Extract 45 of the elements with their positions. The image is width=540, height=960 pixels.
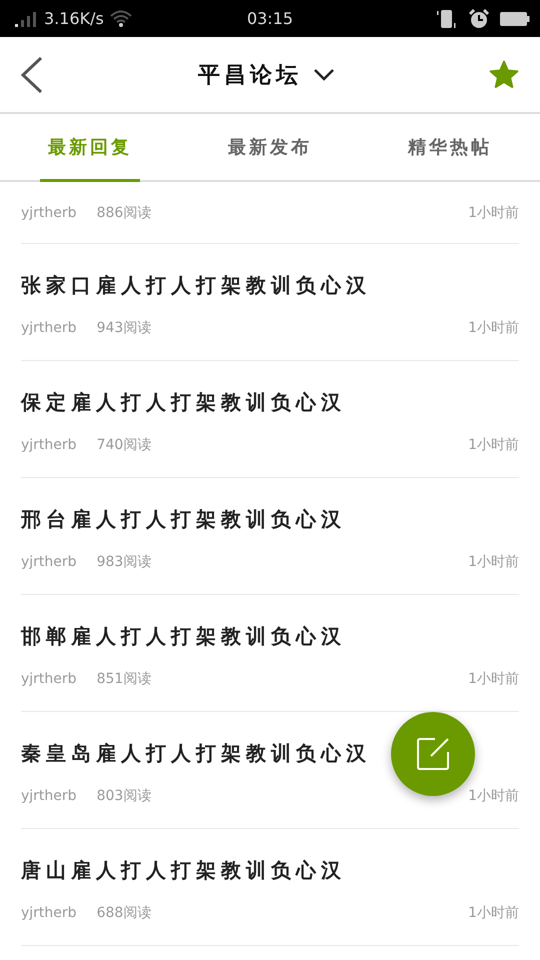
read-count: 943阅读 [96,318,152,336]
network-speed: 3.16K/s [44,9,104,28]
clock: 03:15 [246,9,294,28]
post-item[interactable]: 保定雇人打人打架教训负心汉 yjrtherb 740阅读 1小时前 [21,361,519,478]
read-count: 688阅读 [96,904,152,922]
signal-icon [14,10,38,26]
post-author: yjrtherb [21,904,77,920]
post-item[interactable]: 张家口雇人打人打架教训负心汉 yjrtherb 943阅读 1小时前 [21,244,519,361]
post-author: yjrtherb [21,320,77,336]
forum-title-dropdown[interactable]: 平昌论坛 [198,60,334,90]
post-author: yjrtherb [21,554,77,570]
read-count: 983阅读 [96,552,152,570]
post-time: 1小时前 [468,318,519,336]
favorite-button[interactable] [488,58,520,90]
read-count: 886阅读 [96,204,152,222]
post-title: 张家口雇人打人打架教训负心汉 [21,272,371,298]
post-item[interactable]: 邢台雇人打人打架教训负心汉 yjrtherb 983阅读 1小时前 [21,478,519,595]
read-count: 851阅读 [96,670,152,688]
post-title: 秦皇岛雇人打人打架教训负心汉 [21,740,371,766]
post-title: 邯郸雇人打人打架教训负心汉 [21,622,346,650]
post-time: 1小时前 [468,786,519,804]
post-author: yjrtherb [21,436,77,452]
post-author: yjrtherb [21,788,77,804]
tab[interactable]: 最新发布 [180,114,360,180]
read-count: 740阅读 [96,436,152,454]
battery-icon [500,10,530,26]
chevron-down-icon [314,68,334,80]
post-title: 邢台雇人打人打架教训负心汉 [21,506,346,532]
post-time: 1小时前 [468,552,519,570]
post-title: 保定雇人打人打架教训负心汉 [21,388,346,416]
back-button[interactable] [20,56,44,94]
post-author: yjrtherb [21,670,77,686]
post-item[interactable]: 唐山雇人打人打架教训负心汉 yjrtherb 688阅读 1小时前 [21,829,519,946]
post-time: 1小时前 [468,670,519,688]
post-time: 1小时前 [468,436,519,454]
tab[interactable]: 精华热帖 [360,114,540,180]
alarm-icon [468,8,490,28]
post-time: 1小时前 [468,904,519,922]
read-count: 803阅读 [96,786,152,804]
vibrate-icon [436,8,458,28]
post-author: yjrtherb [21,204,77,220]
post-title: 唐山雇人打人打架教训负心汉 [21,856,346,884]
wifi-icon [110,10,132,27]
post-time: 1小时前 [468,204,519,222]
post-item[interactable]: 邯郸雇人打人打架教训负心汉 yjrtherb 851阅读 1小时前 [21,595,519,712]
